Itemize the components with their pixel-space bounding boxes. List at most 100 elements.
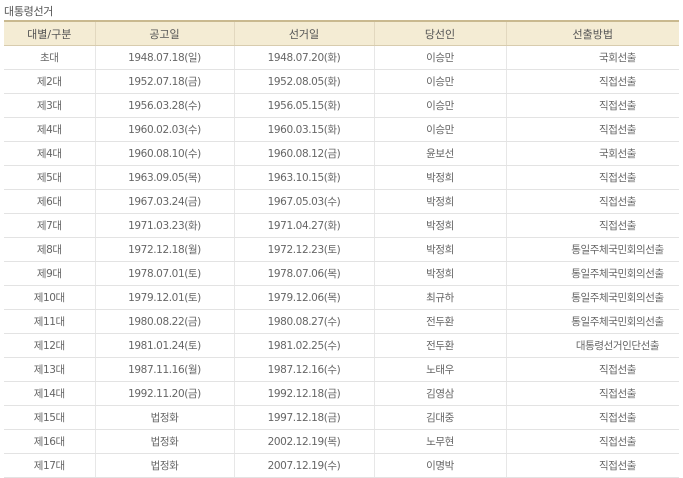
term-cell: 제6대 xyxy=(4,189,95,214)
term-cell: 제10대 xyxy=(4,285,95,310)
winner-cell: 윤보선 xyxy=(373,141,506,166)
election-date-cell: 1972.12.23(토) xyxy=(233,237,374,262)
winner-cell: 최규하 xyxy=(373,285,506,310)
election-date-cell: 1980.08.27(수) xyxy=(233,309,374,334)
election-method-text: 직접선출 xyxy=(598,124,637,136)
term-cell: 제14대 xyxy=(4,381,95,406)
header-election-method: 선출방법 xyxy=(505,20,679,46)
election-date-cell: 1997.12.18(금) xyxy=(233,405,374,430)
election-method-text: 직접선출 xyxy=(598,172,637,184)
election-date-cell: 1992.12.18(금) xyxy=(233,381,374,406)
table-body: 초대 1948.07.18(일) 1948.07.20(화) 이승만 국회선출 제2대 19… xyxy=(4,45,679,478)
announcement-date-cell: 1960.02.03(수) xyxy=(94,117,234,142)
election-date-cell: 1963.10.15(화) xyxy=(233,165,374,190)
presidential-election-table: 대별/구분 공고일 선거일 당선인 선출방법 초대 1948.07.18(일) 19… xyxy=(4,20,679,478)
winner-cell: 김영삼 xyxy=(373,381,506,406)
term-cell: 제17대 xyxy=(4,453,95,478)
term-cell: 제11대 xyxy=(4,309,95,334)
election-method-cell: 직접선출 xyxy=(505,117,679,142)
table-row: 제11대 1980.08.22(금) 1980.08.27(수) 전두환 통일주체국민회… xyxy=(4,309,679,334)
table-row: 제12대 1981.01.24(토) 1981.02.25(수) 전두환 대통령선거인단… xyxy=(4,333,679,358)
election-method-cell: 직접선출 xyxy=(505,429,679,454)
election-method-cell: 직접선출 xyxy=(505,213,679,238)
announcement-date-cell: 1979.12.01(토) xyxy=(94,285,234,310)
winner-cell: 박정희 xyxy=(373,213,506,238)
term-cell: 제9대 xyxy=(4,261,95,286)
election-date-cell: 1948.07.20(화) xyxy=(233,45,374,70)
table-row: 제7대 1971.03.23(화) 1971.04.27(화) 박정희 직접선출 xyxy=(4,213,679,238)
table-row: 제14대 1992.11.20(금) 1992.12.18(금) 김영삼 직접선출 xyxy=(4,381,679,406)
term-cell: 제12대 xyxy=(4,333,95,358)
winner-cell: 노태우 xyxy=(373,357,506,382)
election-method-cell: 직접선출 xyxy=(505,453,679,478)
election-method-cell: 국회선출 xyxy=(505,141,679,166)
election-date-cell: 1979.12.06(목) xyxy=(233,285,374,310)
election-method-text: 통일주체국민회의선출 xyxy=(571,316,664,328)
header-winner: 당선인 xyxy=(373,20,506,46)
winner-cell: 전두환 xyxy=(373,333,506,358)
announcement-date-cell: 1956.03.28(수) xyxy=(94,93,234,118)
announcement-date-cell: 1948.07.18(일) xyxy=(94,45,234,70)
header-election-date: 선거일 xyxy=(233,20,374,46)
election-date-cell: 1960.08.12(금) xyxy=(233,141,374,166)
election-method-cell: 직접선출 xyxy=(505,405,679,430)
election-date-cell: 1960.03.15(화) xyxy=(233,117,374,142)
term-cell: 제4대 xyxy=(4,141,95,166)
table-row: 제9대 1978.07.01(토) 1978.07.06(목) 박정희 통일주체국민회의… xyxy=(4,261,679,286)
table-row: 초대 1948.07.18(일) 1948.07.20(화) 이승만 국회선출 xyxy=(4,45,679,70)
table-header-row: 대별/구분 공고일 선거일 당선인 선출방법 xyxy=(4,20,679,46)
election-date-cell: 1952.08.05(화) xyxy=(233,69,374,94)
election-method-text: 직접선출 xyxy=(598,388,637,400)
election-method-text: 직접선출 xyxy=(598,196,637,208)
election-method-text: 직접선출 xyxy=(598,460,637,472)
election-method-cell: 직접선출 xyxy=(505,165,679,190)
winner-cell: 이명박 xyxy=(373,453,506,478)
election-method-text: 통일주체국민회의선출 xyxy=(571,244,664,256)
election-method-cell: 직접선출 xyxy=(505,357,679,382)
term-cell: 초대 xyxy=(4,45,95,70)
winner-cell: 김대중 xyxy=(373,405,506,430)
election-method-cell: 직접선출 xyxy=(505,69,679,94)
election-method-text: 직접선출 xyxy=(598,76,637,88)
election-method-cell: 통일주체국민회의선출 xyxy=(505,285,679,310)
term-cell: 제16대 xyxy=(4,429,95,454)
page-caption: 대통령선거 xyxy=(4,5,54,18)
announcement-date-cell: 1978.07.01(토) xyxy=(94,261,234,286)
announcement-date-cell: 1992.11.20(금) xyxy=(94,381,234,406)
announcement-date-cell: 1981.01.24(토) xyxy=(94,333,234,358)
table-row: 제8대 1972.12.18(월) 1972.12.23(토) 박정희 통일주체국민회의… xyxy=(4,237,679,262)
announcement-date-cell: 1967.03.24(금) xyxy=(94,189,234,214)
winner-cell: 박정희 xyxy=(373,237,506,262)
election-method-cell: 통일주체국민회의선출 xyxy=(505,237,679,262)
table-row: 제17대 법정화 2007.12.19(수) 이명박 직접선출 xyxy=(4,453,679,478)
election-method-text: 직접선출 xyxy=(598,220,637,232)
table-row: 제6대 1967.03.24(금) 1967.05.03(수) 박정희 직접선출 xyxy=(4,189,679,214)
table-row: 제15대 법정화 1997.12.18(금) 김대중 직접선출 xyxy=(4,405,679,430)
announcement-date-cell: 1963.09.05(목) xyxy=(94,165,234,190)
announcement-date-cell: 1960.08.10(수) xyxy=(94,141,234,166)
term-cell: 제2대 xyxy=(4,69,95,94)
election-date-cell: 1971.04.27(화) xyxy=(233,213,374,238)
announcement-date-cell: 법정화 xyxy=(94,405,234,430)
announcement-date-cell: 1971.03.23(화) xyxy=(94,213,234,238)
election-date-cell: 1981.02.25(수) xyxy=(233,333,374,358)
election-method-text: 국회선출 xyxy=(598,148,637,160)
election-method-text: 직접선출 xyxy=(598,100,637,112)
election-method-cell: 직접선출 xyxy=(505,189,679,214)
election-date-cell: 1956.05.15(화) xyxy=(233,93,374,118)
announcement-date-cell: 1987.11.16(월) xyxy=(94,357,234,382)
announcement-date-cell: 법정화 xyxy=(94,429,234,454)
table-row: 제4대 1960.02.03(수) 1960.03.15(화) 이승만 직접선출 xyxy=(4,117,679,142)
winner-cell: 박정희 xyxy=(373,261,506,286)
election-method-text: 직접선출 xyxy=(598,436,637,448)
election-method-text: 직접선출 xyxy=(598,412,637,424)
election-method-cell: 직접선출 xyxy=(505,93,679,118)
winner-cell: 이승만 xyxy=(373,117,506,142)
winner-cell: 이승만 xyxy=(373,93,506,118)
table-row: 제2대 1952.07.18(금) 1952.08.05(화) 이승만 직접선출 xyxy=(4,69,679,94)
header-term: 대별/구분 xyxy=(4,20,95,46)
table-row: 제4대 1960.08.10(수) 1960.08.12(금) 윤보선 국회선출 xyxy=(4,141,679,166)
election-method-cell: 직접선출 xyxy=(505,381,679,406)
term-cell: 제5대 xyxy=(4,165,95,190)
announcement-date-cell: 법정화 xyxy=(94,453,234,478)
